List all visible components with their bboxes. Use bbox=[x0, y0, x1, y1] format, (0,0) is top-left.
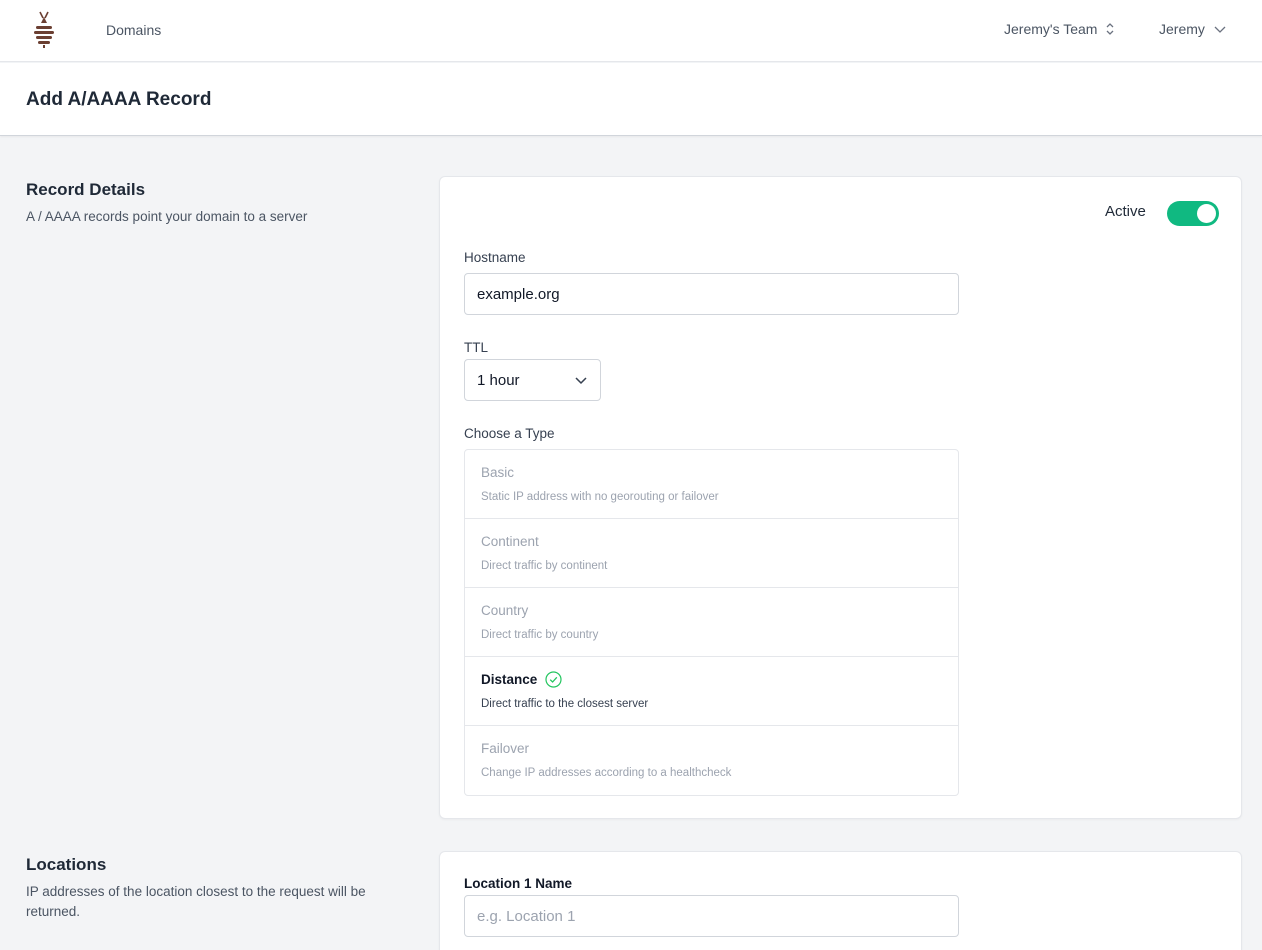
chevron-down-icon bbox=[1214, 26, 1226, 33]
user-name: Jeremy bbox=[1159, 21, 1205, 37]
bee-logo-icon[interactable] bbox=[32, 11, 56, 49]
type-option-distance[interactable]: Distance Direct traffic to the closest s… bbox=[465, 657, 958, 726]
active-label: Active bbox=[1105, 203, 1146, 220]
type-option-continent[interactable]: Continent Direct traffic by continent bbox=[465, 519, 958, 588]
hostname-input[interactable] bbox=[464, 273, 959, 315]
ttl-value: 1 hour bbox=[477, 371, 520, 389]
team-switcher[interactable]: Jeremy's Team bbox=[1004, 21, 1115, 37]
record-details-description: A / AAAA records point your domain to a … bbox=[26, 209, 308, 224]
chevron-down-icon bbox=[575, 377, 587, 385]
ttl-select[interactable]: 1 hour bbox=[464, 359, 601, 401]
type-option-description: Direct traffic by country bbox=[481, 629, 599, 641]
type-option-name: Continent bbox=[481, 533, 539, 549]
nav-domains-link[interactable]: Domains bbox=[106, 22, 161, 38]
type-option-name: Failover bbox=[481, 740, 530, 756]
type-label: Choose a Type bbox=[464, 426, 555, 441]
chevron-up-down-icon bbox=[1106, 23, 1114, 35]
type-option-basic[interactable]: Basic Static IP address with no georouti… bbox=[465, 450, 958, 519]
location-1-name-input[interactable] bbox=[464, 895, 959, 937]
toggle-knob bbox=[1197, 204, 1216, 223]
active-toggle[interactable] bbox=[1167, 201, 1219, 226]
locations-description: IP addresses of the location closest to … bbox=[26, 884, 366, 919]
type-option-description: Change IP addresses according to a healt… bbox=[481, 767, 732, 779]
team-name: Jeremy's Team bbox=[1004, 21, 1098, 37]
location-1-name-label: Location 1 Name bbox=[464, 876, 573, 891]
hostname-label: Hostname bbox=[464, 250, 526, 265]
locations-title: Locations bbox=[26, 855, 107, 874]
type-option-failover[interactable]: Failover Change IP addresses according t… bbox=[465, 726, 958, 795]
locations-card: Location 1 Name bbox=[439, 851, 1242, 950]
page-title: Add A/AAAA Record bbox=[26, 89, 212, 110]
top-nav: Domains Jeremy's Team Jeremy bbox=[0, 0, 1262, 62]
type-option-name: Basic bbox=[481, 464, 515, 480]
type-option-name: Country bbox=[481, 602, 529, 618]
record-details-card: Active Hostname TTL 1 hour Choose a Type… bbox=[439, 176, 1242, 819]
type-option-name: Distance bbox=[481, 670, 942, 688]
check-circle-icon bbox=[545, 670, 562, 688]
type-option-description: Direct traffic to the closest server bbox=[481, 698, 649, 710]
type-option-country[interactable]: Country Direct traffic by country bbox=[465, 588, 958, 657]
user-menu[interactable]: Jeremy bbox=[1159, 21, 1227, 37]
type-radio-group: Basic Static IP address with no georouti… bbox=[464, 449, 959, 796]
page-header: Add A/AAAA Record bbox=[0, 63, 1262, 136]
record-details-title: Record Details bbox=[26, 180, 146, 199]
type-option-description: Direct traffic by continent bbox=[481, 560, 608, 572]
type-option-description: Static IP address with no georouting or … bbox=[481, 491, 719, 503]
ttl-label: TTL bbox=[464, 340, 489, 355]
